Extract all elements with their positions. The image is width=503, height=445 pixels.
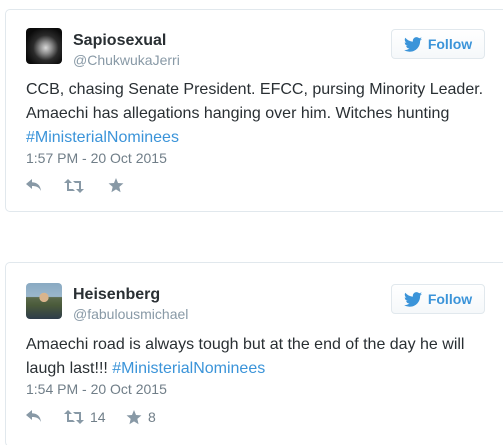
display-name[interactable]: Sapiosexual <box>73 32 166 50</box>
star-icon <box>126 409 142 425</box>
retweet-icon <box>64 410 84 424</box>
tweet-timestamp[interactable]: 1:54 PM - 20 Oct 2015 <box>26 381 167 397</box>
retweet-icon <box>64 178 84 193</box>
avatar[interactable] <box>26 28 62 64</box>
tweet-actions <box>26 178 130 193</box>
retweet-button[interactable] <box>64 178 108 193</box>
twitter-bird-icon <box>403 36 422 52</box>
reply-icon <box>26 178 42 193</box>
star-icon <box>108 178 124 193</box>
tweet-text: Amaechi road is always tough but at the … <box>26 333 503 381</box>
reply-icon <box>26 410 42 424</box>
follow-button[interactable]: Follow <box>391 29 485 59</box>
reply-button[interactable] <box>26 410 64 424</box>
follow-label: Follow <box>427 291 473 307</box>
tweet-actions: 14 8 <box>26 409 156 425</box>
avatar[interactable] <box>26 283 62 319</box>
twitter-bird-icon <box>403 291 422 307</box>
hashtag-link[interactable]: #MinisterialNominees <box>112 360 265 377</box>
tweet-card: Heisenberg @fabulousmichael Follow Amaec… <box>5 262 503 445</box>
reply-button[interactable] <box>26 178 64 193</box>
user-handle[interactable]: @fabulousmichael <box>73 306 188 322</box>
favorite-button[interactable] <box>108 178 130 193</box>
like-count: 8 <box>148 409 156 425</box>
user-handle[interactable]: @ChukwukaJerri <box>73 52 180 68</box>
retweet-count: 14 <box>90 409 106 425</box>
follow-button[interactable]: Follow <box>391 284 485 314</box>
tweet-text: CCB, chasing Senate President. EFCC, pur… <box>26 78 503 150</box>
follow-label: Follow <box>427 36 473 52</box>
retweet-button[interactable]: 14 <box>64 409 126 425</box>
tweet-body: CCB, chasing Senate President. EFCC, pur… <box>26 81 484 122</box>
hashtag-link[interactable]: #MinisterialNominees <box>26 129 179 146</box>
favorite-button[interactable]: 8 <box>126 409 156 425</box>
display-name[interactable]: Heisenberg <box>73 286 160 304</box>
tweet-timestamp[interactable]: 1:57 PM - 20 Oct 2015 <box>26 150 167 166</box>
tweet-card: Sapiosexual @ChukwukaJerri Follow CCB, c… <box>5 9 503 212</box>
